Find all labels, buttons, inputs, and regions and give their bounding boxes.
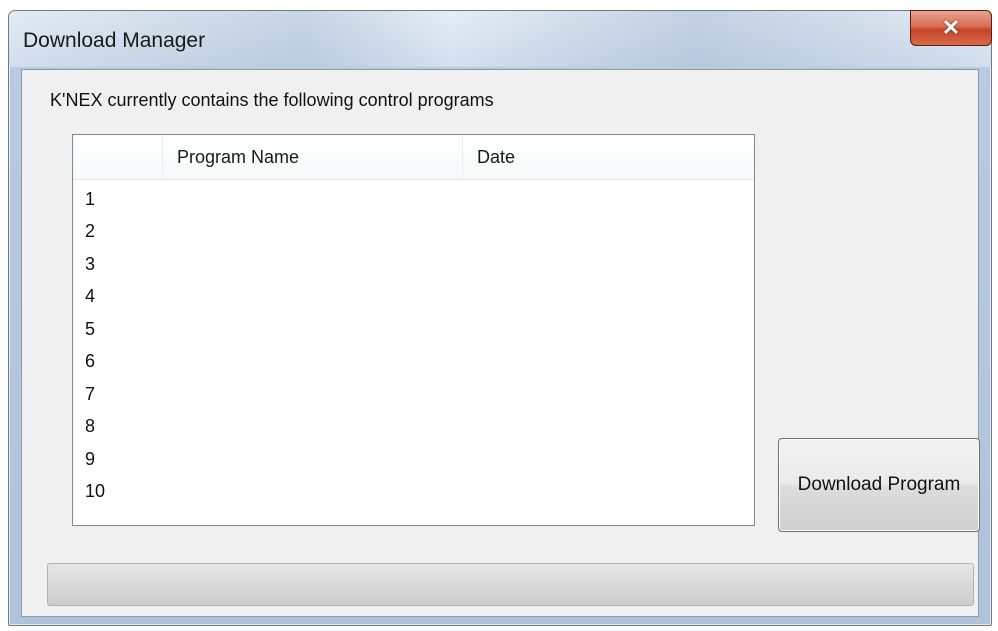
list-header: Program Name Date <box>73 135 754 180</box>
list-item[interactable]: 5 <box>73 313 754 346</box>
column-header-number[interactable] <box>73 135 163 179</box>
row-number: 5 <box>85 318 96 339</box>
row-number: 7 <box>85 383 96 404</box>
row-number: 3 <box>85 253 96 274</box>
list-item[interactable]: 4 <box>73 281 754 314</box>
row-number: 1 <box>85 188 96 209</box>
row-number: 10 <box>85 481 106 502</box>
list-item[interactable]: 2 <box>73 216 754 249</box>
row-number: 6 <box>85 351 96 372</box>
dialog-client-area: K'NEX currently contains the following c… <box>21 69 980 617</box>
list-item[interactable]: 6 <box>73 346 754 379</box>
list-item[interactable]: 7 <box>73 378 754 411</box>
list-item[interactable]: 10 <box>73 476 754 509</box>
row-number: 2 <box>85 221 96 242</box>
row-number: 8 <box>85 416 96 437</box>
list-item[interactable]: 9 <box>73 443 754 476</box>
list-item[interactable]: 3 <box>73 248 754 281</box>
download-progress-bar <box>47 563 974 606</box>
close-button[interactable]: ✕ <box>910 10 992 46</box>
list-item[interactable]: 8 <box>73 411 754 444</box>
row-number: 9 <box>85 448 96 469</box>
download-program-button[interactable]: Download Program <box>778 438 980 532</box>
programs-info-label: K'NEX currently contains the following c… <box>50 90 494 110</box>
column-header-program-name[interactable]: Program Name <box>163 135 463 179</box>
programs-list[interactable]: Program Name Date 1 2 3 4 5 6 7 8 9 10 <box>72 134 755 526</box>
list-item[interactable]: 1 <box>73 183 754 216</box>
row-number: 4 <box>85 286 96 307</box>
close-icon: ✕ <box>941 15 961 40</box>
list-rows: 1 2 3 4 5 6 7 8 9 10 <box>73 183 754 508</box>
title-bar[interactable]: Download Manager ✕ <box>9 10 992 67</box>
column-header-date[interactable]: Date <box>463 135 754 179</box>
download-manager-window: Download Manager ✕ K'NEX currently conta… <box>8 10 992 626</box>
window-title: Download Manager <box>23 29 206 52</box>
